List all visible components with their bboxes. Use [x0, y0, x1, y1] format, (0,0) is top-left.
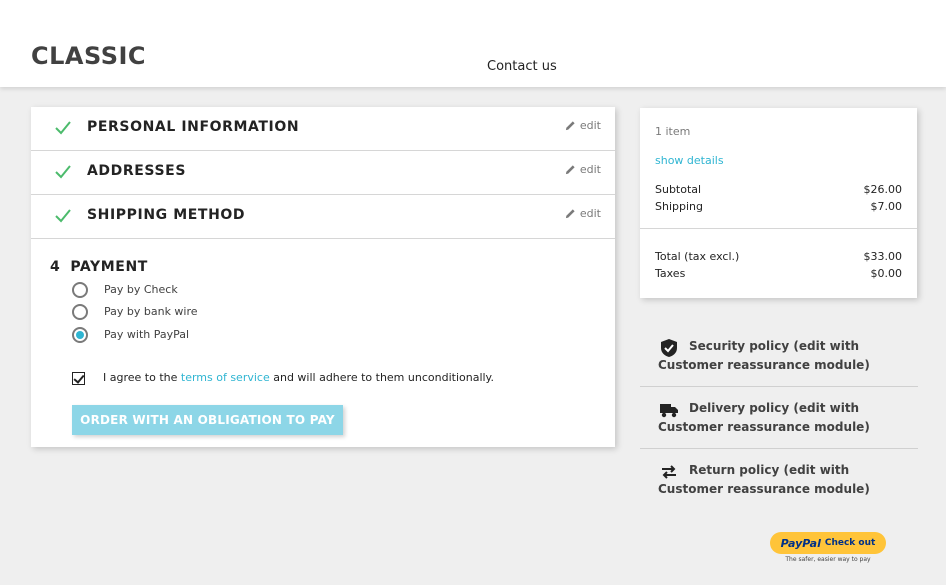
shipping-row: Shipping $7.00 — [655, 200, 902, 213]
edit-addresses-button[interactable]: edit — [565, 163, 601, 176]
site-header: CLASSIC Contact us — [0, 0, 946, 87]
order-button[interactable]: ORDER WITH AN OBLIGATION TO PAY — [72, 405, 343, 435]
payment-option-paypal[interactable]: Pay with PayPal — [72, 327, 189, 343]
check-icon — [55, 121, 71, 135]
subtotal-row: Subtotal $26.00 — [655, 183, 902, 196]
radio-button-selected[interactable] — [72, 327, 88, 343]
reassurance-delivery: Delivery policy (edit with Customer reas… — [640, 387, 918, 449]
total-row: Total (tax excl.) $33.00 — [655, 250, 902, 263]
pencil-icon — [565, 209, 575, 219]
terms-text: I agree to the terms of service and will… — [103, 371, 494, 384]
payment-option-bank-wire[interactable]: Pay by bank wire — [72, 304, 198, 320]
check-icon — [55, 209, 71, 223]
subtotal-value: $26.00 — [863, 183, 903, 196]
cart-summary: 1 item show details Subtotal $26.00 Ship… — [640, 108, 917, 298]
reassurance-return: Return policy (edit with Customer reassu… — [640, 449, 918, 511]
taxes-label: Taxes — [655, 267, 686, 280]
step-personal-information[interactable]: PERSONAL INFORMATION edit — [31, 107, 615, 151]
pencil-icon — [565, 165, 575, 175]
divider — [640, 228, 917, 229]
step-number: 4 — [50, 259, 61, 275]
step-addresses[interactable]: ADDRESSES edit — [31, 151, 615, 195]
step-title: SHIPPING METHOD — [87, 207, 246, 223]
item-count: 1 item — [655, 125, 691, 138]
terms-suffix: and will adhere to them unconditionally. — [273, 371, 494, 384]
subtotal-label: Subtotal — [655, 183, 702, 196]
step-title: PAYMENT — [70, 259, 148, 275]
terms-prefix: I agree to the — [103, 371, 178, 384]
payment-option-label[interactable]: Pay by bank wire — [104, 304, 198, 320]
step-title: ADDRESSES — [87, 163, 187, 179]
payment-option-label[interactable]: Pay by Check — [104, 282, 178, 298]
terms-agreement: I agree to the terms of service and will… — [72, 371, 494, 385]
edit-label: edit — [579, 119, 601, 132]
step-title: PERSONAL INFORMATION — [87, 119, 300, 135]
total-label: Total (tax excl.) — [655, 250, 740, 263]
taxes-value: $0.00 — [870, 267, 903, 280]
taxes-row: Taxes $0.00 — [655, 267, 902, 280]
paypal-checkout-button[interactable]: PayPal Check out — [770, 532, 886, 554]
security-policy-text: Security policy (edit with Customer reas… — [658, 339, 870, 372]
edit-personal-information-button[interactable]: edit — [565, 119, 601, 132]
total-value: $33.00 — [863, 250, 903, 263]
payment-option-label[interactable]: Pay with PayPal — [104, 327, 189, 343]
shipping-label: Shipping — [655, 200, 703, 213]
edit-label: edit — [579, 207, 601, 220]
pencil-icon — [565, 121, 575, 131]
shop-logo[interactable]: CLASSIC — [31, 42, 146, 70]
paypal-checkout-label: Check out — [824, 538, 876, 548]
checkout-steps: PERSONAL INFORMATION edit ADDRESSES edit… — [31, 107, 615, 447]
reassurance-security: Security policy (edit with Customer reas… — [640, 325, 918, 387]
contact-us-link[interactable]: Contact us — [487, 59, 557, 74]
step-shipping-method[interactable]: SHIPPING METHOD edit — [31, 195, 615, 239]
paypal-logo: PayPal — [780, 536, 821, 550]
payment-option-check[interactable]: Pay by Check — [72, 282, 178, 298]
check-icon — [55, 165, 71, 179]
edit-shipping-method-button[interactable]: edit — [565, 207, 601, 220]
radio-button[interactable] — [72, 304, 88, 320]
edit-label: edit — [579, 163, 601, 176]
shipping-value: $7.00 — [870, 200, 903, 213]
show-details-link[interactable]: show details — [655, 154, 724, 167]
step-payment-title: 4 PAYMENT — [50, 259, 148, 275]
paypal-tagline: The safer, easier way to pay — [785, 556, 871, 563]
radio-button[interactable] — [72, 282, 88, 298]
terms-of-service-link[interactable]: terms of service — [181, 371, 270, 384]
delivery-policy-text: Delivery policy (edit with Customer reas… — [658, 401, 870, 434]
terms-checkbox[interactable] — [72, 372, 85, 385]
return-policy-text: Return policy (edit with Customer reassu… — [658, 463, 870, 496]
